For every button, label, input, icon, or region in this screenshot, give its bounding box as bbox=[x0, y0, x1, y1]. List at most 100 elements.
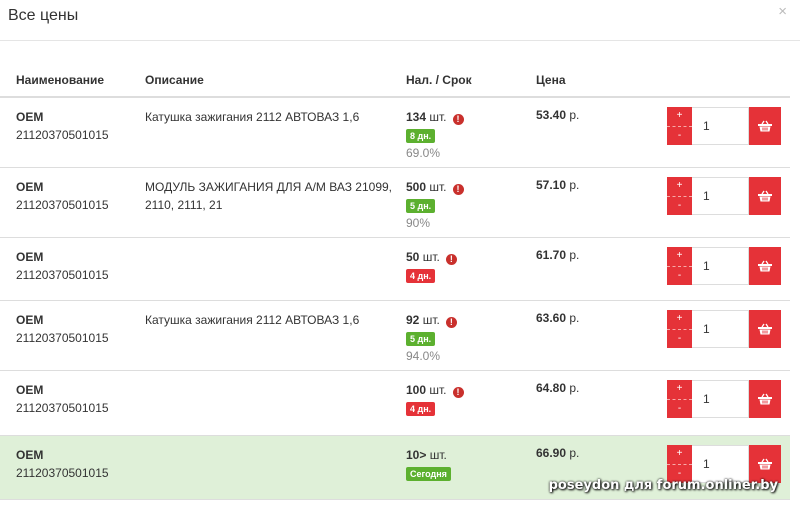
basket-icon bbox=[758, 190, 772, 202]
decrement-button[interactable]: - bbox=[667, 330, 692, 349]
quantity-stepper: + - bbox=[667, 310, 781, 348]
stock: 10> шт. Сегодня bbox=[406, 446, 451, 482]
delivery-term-badge: 8 дн. bbox=[406, 129, 436, 143]
basket-icon bbox=[758, 393, 772, 405]
decrement-button[interactable]: - bbox=[667, 267, 692, 286]
stock-unit: шт. bbox=[429, 180, 447, 194]
part-code: 21120370501015 bbox=[16, 401, 109, 415]
stock-unit: шт. bbox=[422, 313, 440, 327]
price-table: OEM 21120370501015 Катушка зажигания 2112… bbox=[0, 98, 790, 500]
stock: 500 шт.! 5 дн. 90% bbox=[406, 178, 464, 232]
quantity-input[interactable] bbox=[692, 177, 749, 215]
warning-icon[interactable]: ! bbox=[452, 387, 464, 398]
warning-icon[interactable]: ! bbox=[445, 254, 457, 265]
part-name: OEM 21120370501015 bbox=[16, 178, 109, 214]
description: Катушка зажигания 2112 АВТОВАЗ 1,6 bbox=[145, 313, 360, 327]
warning-icon[interactable]: ! bbox=[452, 114, 464, 125]
basket-icon bbox=[758, 260, 772, 272]
add-to-cart-button[interactable] bbox=[749, 380, 781, 418]
description: МОДУЛЬ ЗАЖИГАНИЯ ДЛЯ А/М ВАЗ 21099, 2110… bbox=[145, 180, 393, 212]
part-code: 21120370501015 bbox=[16, 128, 109, 142]
part-code: 21120370501015 bbox=[16, 268, 109, 282]
close-button[interactable]: × bbox=[778, 3, 787, 20]
header-desc: Описание bbox=[145, 73, 204, 87]
part-name: OEM 21120370501015 bbox=[16, 381, 109, 417]
stock-unit: шт. bbox=[429, 383, 447, 397]
increment-button[interactable]: + bbox=[667, 445, 692, 465]
stock: 134 шт.! 8 дн. 69.0% bbox=[406, 108, 464, 162]
warning-icon[interactable]: ! bbox=[445, 317, 457, 328]
part-code: 21120370501015 bbox=[16, 198, 109, 212]
delivery-term-badge: 5 дн. bbox=[406, 199, 436, 213]
basket-icon bbox=[758, 323, 772, 335]
probability: 69.0% bbox=[406, 146, 441, 160]
stock-qty: 50 bbox=[406, 250, 420, 264]
brand: OEM bbox=[16, 110, 44, 124]
table-row: OEM 21120370501015 МОДУЛЬ ЗАЖИГАНИЯ ДЛЯ А… bbox=[0, 168, 790, 238]
stock-unit: шт. bbox=[422, 250, 440, 264]
add-to-cart-button[interactable] bbox=[749, 177, 781, 215]
modal-title: Все цены bbox=[8, 7, 79, 24]
warning-icon[interactable]: ! bbox=[452, 184, 464, 195]
table-row: OEM 21120370501015 Катушка зажигания 2112… bbox=[0, 301, 790, 371]
stock-qty: 10> bbox=[406, 448, 427, 462]
part-name: OEM 21120370501015 bbox=[16, 108, 109, 144]
price: 61.70 р. bbox=[536, 248, 579, 262]
delivery-term-badge: 4 дн. bbox=[406, 269, 436, 283]
price: 63.60 р. bbox=[536, 311, 579, 325]
quantity-input[interactable] bbox=[692, 247, 749, 285]
price-value: 57.10 bbox=[536, 178, 567, 192]
probability: 90% bbox=[406, 216, 431, 230]
brand: OEM bbox=[16, 448, 44, 462]
stock-qty: 500 bbox=[406, 180, 427, 194]
increment-button[interactable]: + bbox=[667, 380, 692, 400]
stock-unit: шт. bbox=[429, 448, 447, 462]
price: 57.10 р. bbox=[536, 178, 579, 192]
price: 66.90 р. bbox=[536, 446, 579, 460]
header-stock: Нал. / Срок bbox=[406, 73, 472, 87]
currency: р. bbox=[569, 381, 580, 395]
decrement-button[interactable]: - bbox=[667, 127, 692, 146]
brand: OEM bbox=[16, 383, 44, 397]
quantity-input[interactable] bbox=[692, 380, 749, 418]
table-row: OEM 21120370501015 Катушка зажигания 2112… bbox=[0, 98, 790, 168]
part-name: OEM 21120370501015 bbox=[16, 248, 109, 284]
delivery-term-badge: 5 дн. bbox=[406, 332, 436, 346]
add-to-cart-button[interactable] bbox=[749, 247, 781, 285]
decrement-button[interactable]: - bbox=[667, 197, 692, 216]
basket-icon bbox=[758, 458, 772, 470]
price-value: 53.40 bbox=[536, 108, 567, 122]
table-row: OEM 21120370501015 100 шт.! 4 дн. 64.80 р.… bbox=[0, 371, 790, 436]
quantity-input[interactable] bbox=[692, 107, 749, 145]
increment-button[interactable]: + bbox=[667, 310, 692, 330]
price: 53.40 р. bbox=[536, 108, 579, 122]
quantity-input[interactable] bbox=[692, 310, 749, 348]
probability: 94.0% bbox=[406, 349, 441, 363]
currency: р. bbox=[569, 248, 580, 262]
price-value: 64.80 bbox=[536, 381, 567, 395]
divider bbox=[0, 40, 800, 41]
increment-button[interactable]: + bbox=[667, 107, 692, 127]
increment-button[interactable]: + bbox=[667, 177, 692, 197]
increment-button[interactable]: + bbox=[667, 247, 692, 267]
decrement-button[interactable]: - bbox=[667, 400, 692, 419]
delivery-term-badge: Сегодня bbox=[406, 467, 451, 481]
brand: OEM bbox=[16, 250, 44, 264]
price-value: 66.90 bbox=[536, 446, 567, 460]
quantity-stepper: + - bbox=[667, 107, 781, 145]
add-to-cart-button[interactable] bbox=[749, 107, 781, 145]
delivery-term-badge: 4 дн. bbox=[406, 402, 436, 416]
quantity-stepper: + - bbox=[667, 177, 781, 215]
add-to-cart-button[interactable] bbox=[749, 310, 781, 348]
stock-qty: 100 bbox=[406, 383, 427, 397]
stock: 100 шт.! 4 дн. bbox=[406, 381, 464, 417]
stock-qty: 134 bbox=[406, 110, 427, 124]
brand: OEM bbox=[16, 180, 44, 194]
part-code: 21120370501015 bbox=[16, 331, 109, 345]
currency: р. bbox=[569, 178, 580, 192]
watermark: poseydon для forum.onliner.by bbox=[548, 478, 778, 493]
basket-icon bbox=[758, 120, 772, 132]
currency: р. bbox=[569, 108, 580, 122]
currency: р. bbox=[569, 311, 580, 325]
header-price: Цена bbox=[536, 73, 566, 87]
